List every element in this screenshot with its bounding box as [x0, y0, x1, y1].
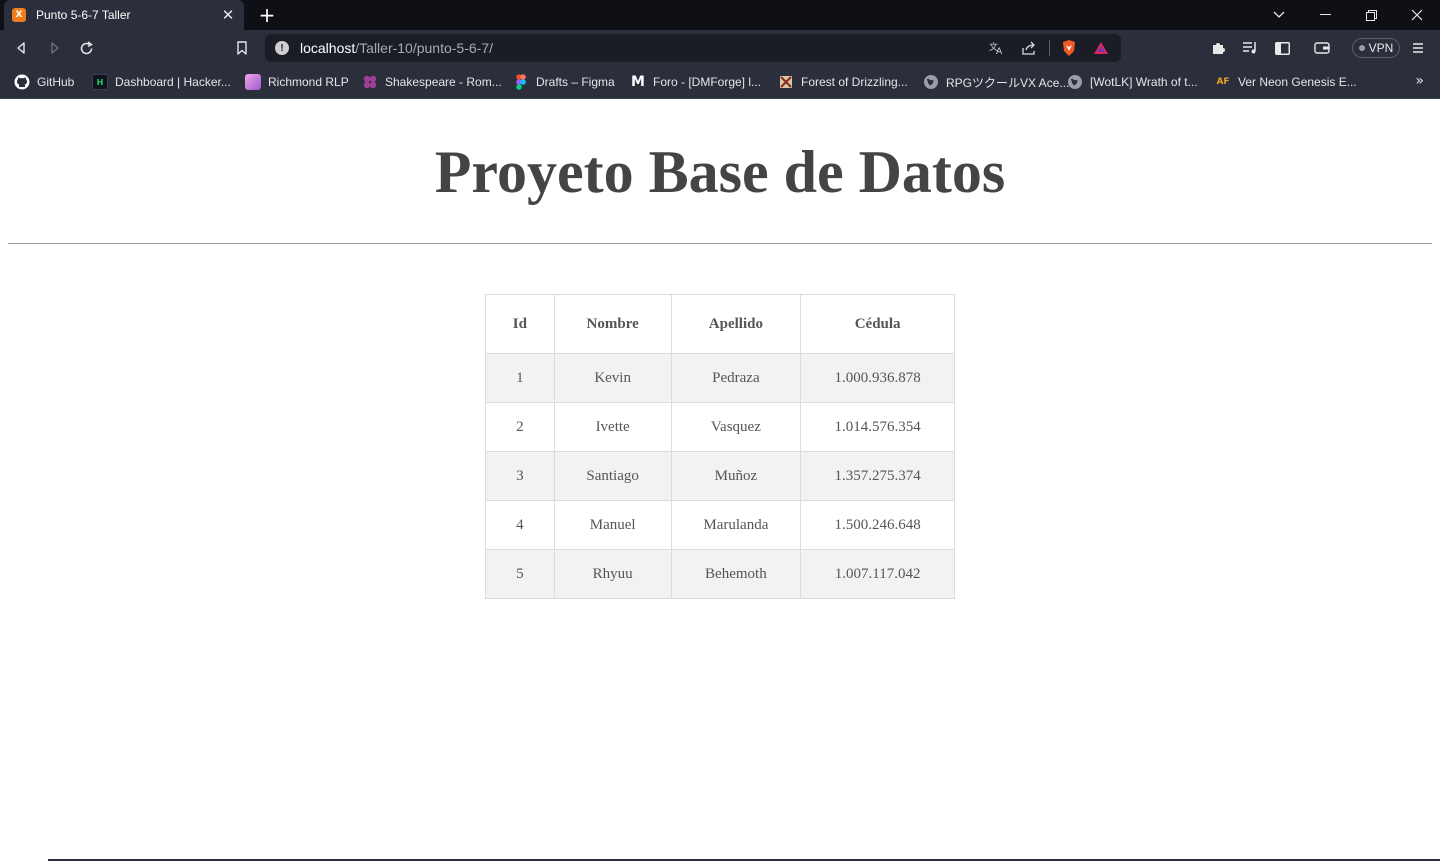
cell-id: 5 — [485, 549, 555, 599]
bookmark-label: GitHub — [37, 75, 75, 89]
site-info-icon[interactable]: ! — [275, 41, 289, 55]
students-table: Id Nombre Apellido Cédula 1 Kevin Pedraz… — [485, 294, 955, 599]
menu-icon[interactable] — [1406, 36, 1430, 60]
column-header-apellido: Apellido — [670, 294, 802, 354]
cell-id: 1 — [485, 353, 555, 403]
column-header-nombre: Nombre — [553, 294, 672, 354]
figma-icon — [513, 74, 529, 90]
cell-apellido: Pedraza — [670, 353, 802, 403]
richmond-icon — [245, 74, 261, 90]
bookmark-item[interactable]: Forest of Drizzling... — [778, 72, 908, 92]
table-row: 2 Ivette Vasquez 1.014.576.354 — [485, 402, 955, 452]
bookmark-label: Shakespeare - Rom... — [385, 75, 502, 89]
bookmark-item[interactable]: H Dashboard | Hacker... — [92, 72, 231, 92]
cell-cedula: 1.007.117.042 — [800, 549, 955, 599]
cell-cedula: 1.014.576.354 — [800, 402, 955, 452]
reload-button[interactable] — [74, 36, 98, 60]
close-window-button[interactable] — [1394, 0, 1440, 30]
animeflv-icon: AF — [1216, 77, 1230, 87]
bookmarks-bar: GitHub H Dashboard | Hacker... Richmond … — [0, 66, 1440, 99]
bookmark-item[interactable]: GitHub — [14, 72, 74, 92]
omnibox-separator — [1049, 40, 1050, 56]
url-host: localhost — [300, 40, 356, 56]
tab-search-chevron-icon[interactable] — [1256, 0, 1302, 30]
bookmark-item[interactable]: RPGツクールVX Ace... — [923, 72, 1069, 92]
vpn-status-dot — [1358, 45, 1365, 51]
tab-title: Punto 5-6-7 Taller — [36, 8, 131, 22]
bookmark-item[interactable]: Drafts – Figma — [513, 72, 615, 92]
vpn-button[interactable]: VPN — [1352, 38, 1400, 58]
hackerrank-icon: H — [92, 74, 108, 90]
github-icon — [14, 74, 30, 90]
bookmark-item[interactable]: M Foro - [DMForge] l... — [630, 72, 761, 92]
close-tab-icon[interactable]: ✕ — [220, 6, 236, 24]
cell-apellido: Vasquez — [670, 402, 802, 452]
bookmark-icon[interactable] — [230, 36, 254, 60]
cell-nombre: Kevin — [553, 353, 672, 403]
bookmark-item[interactable]: AF Ver Neon Genesis E... — [1215, 72, 1357, 92]
cell-apellido: Muñoz — [670, 451, 802, 501]
svg-text:A: A — [996, 47, 1003, 55]
cell-nombre: Santiago — [553, 451, 672, 501]
cell-nombre: Rhyuu — [553, 549, 672, 599]
table-row: 1 Kevin Pedraza 1.000.936.878 — [485, 353, 955, 403]
bookmark-label: Forest of Drizzling... — [801, 75, 908, 89]
cell-id: 3 — [485, 451, 555, 501]
page-title: Proyeto Base de Datos — [434, 139, 1006, 205]
table-row: 4 Manuel Marulanda 1.500.246.648 — [485, 500, 955, 550]
table-row: 3 Santiago Muñoz 1.357.275.374 — [485, 451, 955, 501]
cell-cedula: 1.500.246.648 — [800, 500, 955, 550]
cell-cedula: 1.357.275.374 — [800, 451, 955, 501]
new-tab-button[interactable]: + — [256, 3, 278, 27]
cell-apellido: Marulanda — [670, 500, 802, 550]
sidebar-icon[interactable] — [1270, 36, 1294, 60]
share-icon[interactable] — [1019, 38, 1039, 58]
vpn-label: VPN — [1368, 41, 1394, 55]
browser-tab[interactable]: X Punto 5-6-7 Taller ✕ — [4, 0, 244, 30]
forward-button[interactable] — [42, 36, 66, 60]
column-header-cedula: Cédula — [800, 294, 955, 354]
dmforge-icon: M — [631, 74, 645, 90]
forest-icon — [778, 74, 794, 90]
bookmark-label: Ver Neon Genesis E... — [1238, 75, 1357, 89]
cell-apellido: Behemoth — [670, 549, 802, 599]
table-header-row: Id Nombre Apellido Cédula — [485, 294, 955, 354]
bookmark-label: [WotLK] Wrath of t... — [1090, 75, 1198, 89]
bookmark-label: Drafts – Figma — [536, 75, 615, 89]
table-row: 5 Rhyuu Behemoth 1.007.117.042 — [485, 549, 955, 599]
wallet-icon[interactable] — [1310, 36, 1334, 60]
restore-button[interactable] — [1348, 0, 1394, 30]
back-button[interactable] — [10, 36, 34, 60]
bookmark-label: Richmond RLP — [268, 75, 349, 89]
globe-icon — [923, 74, 939, 90]
bookmark-item[interactable]: Richmond RLP — [245, 72, 349, 92]
url-path: /Taller-10/punto-5-6-7/ — [355, 40, 494, 56]
extensions-icon[interactable] — [1206, 36, 1230, 60]
cell-cedula: 1.000.936.878 — [800, 353, 955, 403]
cell-id: 2 — [485, 402, 555, 452]
translate-icon[interactable]: 文A — [987, 38, 1007, 58]
brave-shields-icon[interactable] — [1059, 38, 1079, 58]
tab-strip: X Punto 5-6-7 Taller ✕ + — [0, 0, 1440, 30]
column-header-id: Id — [485, 294, 555, 354]
address-bar[interactable]: ! localhost/Taller-10/punto-5-6-7/ 文A — [265, 34, 1121, 62]
bookmark-label: Dashboard | Hacker... — [115, 75, 231, 89]
playlist-icon[interactable] — [1238, 36, 1262, 60]
cell-id: 4 — [485, 500, 555, 550]
page-content: Proyeto Base de Datos Id Nombre Apellido… — [0, 100, 1440, 861]
cell-nombre: Ivette — [553, 402, 672, 452]
globe-icon — [1067, 74, 1083, 90]
xampp-favicon-icon: X — [12, 8, 26, 22]
shakespeare-icon — [362, 74, 378, 90]
bookmark-item[interactable]: Shakespeare - Rom... — [362, 72, 502, 92]
bookmark-label: Foro - [DMForge] l... — [653, 75, 762, 89]
minimize-button[interactable] — [1302, 0, 1348, 30]
brave-rewards-icon[interactable] — [1091, 38, 1111, 58]
horizontal-rule — [8, 243, 1432, 244]
cell-nombre: Manuel — [553, 500, 672, 550]
more-bookmarks-icon[interactable]: » — [1415, 73, 1424, 89]
bookmark-label: RPGツクールVX Ace... — [946, 75, 1070, 90]
bookmark-item[interactable]: [WotLK] Wrath of t... — [1067, 72, 1198, 92]
